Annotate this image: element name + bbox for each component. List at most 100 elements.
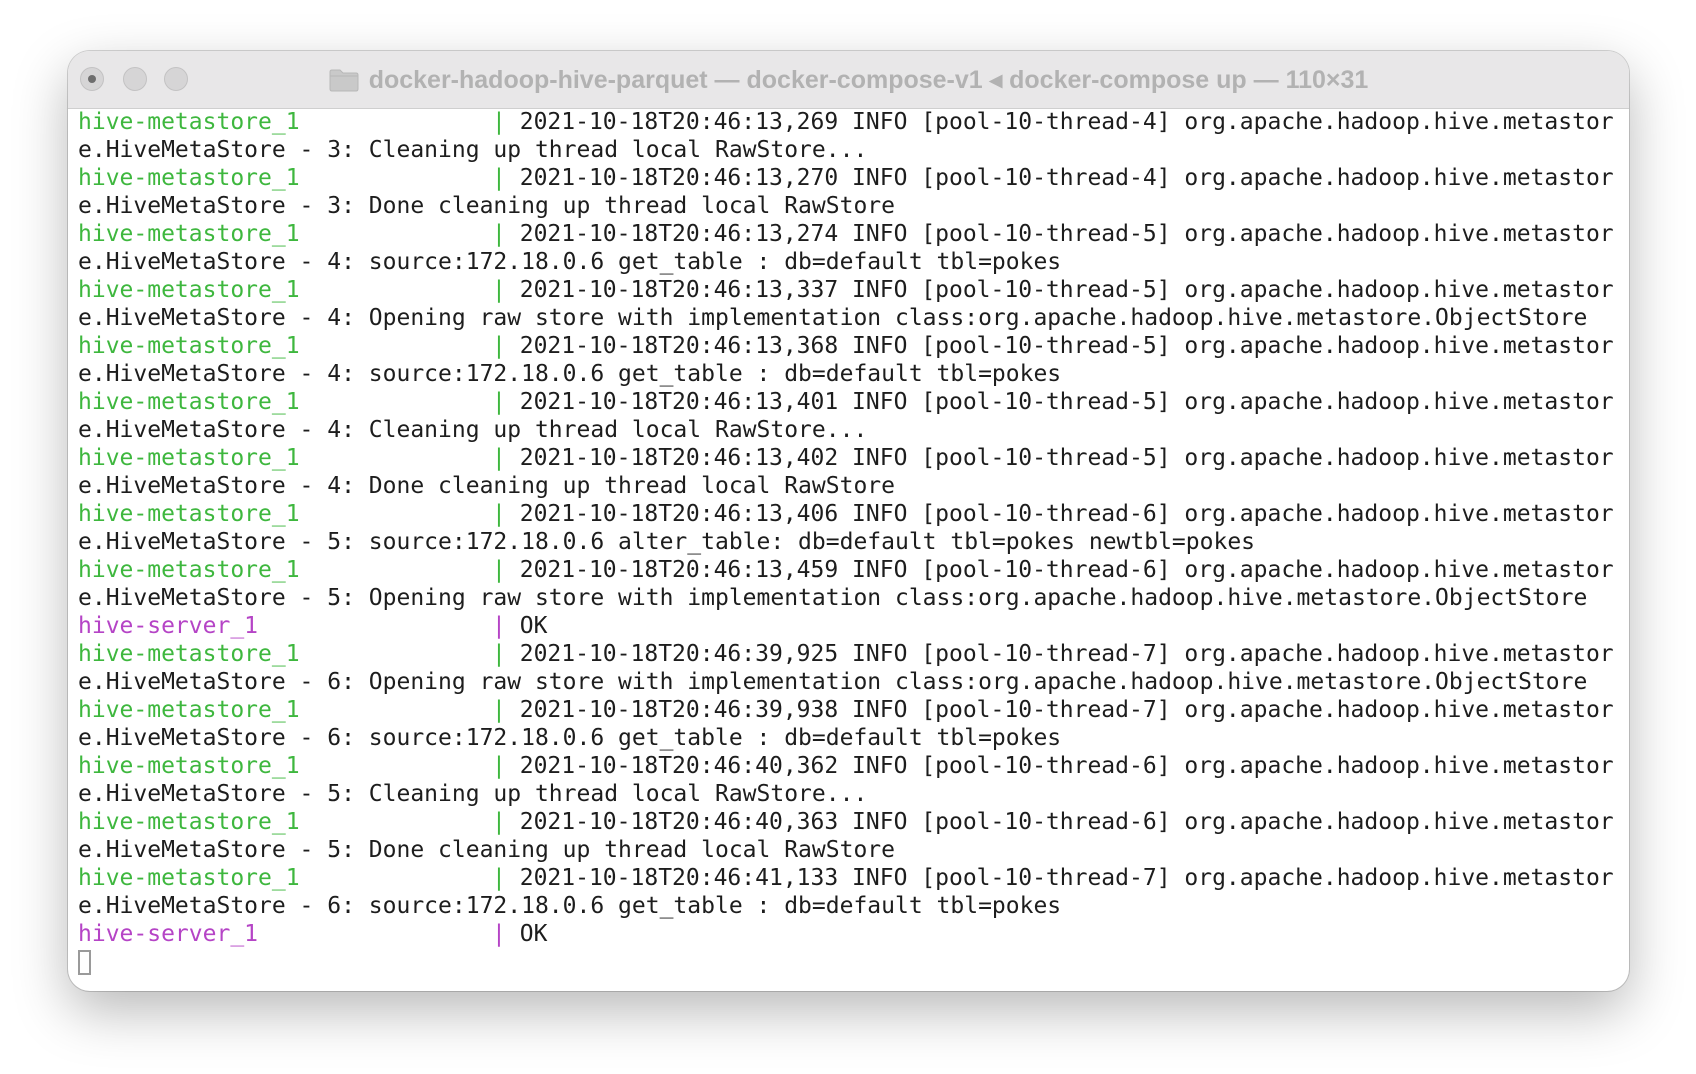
log-continuation: e.HiveMetaStore - 4: Opening raw store w… [78,305,1588,331]
folder-icon [329,69,359,91]
log-message: 2021-10-18T20:46:39,938 INFO [pool-10-th… [519,697,1614,723]
service-name: hive-metastore_1 [78,221,300,247]
separator-pipe: | [492,221,506,247]
log-message: 2021-10-18T20:46:13,269 INFO [pool-10-th… [519,109,1614,135]
log-continuation: e.HiveMetaStore - 5: Cleaning up thread … [78,781,868,807]
log-message: 2021-10-18T20:46:13,337 INFO [pool-10-th… [519,277,1614,303]
separator-pipe: | [492,753,506,779]
service-name: hive-metastore_1 [78,557,300,583]
terminal-line: hive-metastore_1 | 2021-10-18T20:46:40,36… [78,752,1621,780]
separator-pipe: | [492,277,506,303]
terminal-line: hive-metastore_1 | 2021-10-18T20:46:13,40… [78,444,1621,472]
log-continuation: e.HiveMetaStore - 4: source:172.18.0.6 g… [78,249,1062,275]
service-name: hive-metastore_1 [78,697,300,723]
terminal-line: e.HiveMetaStore - 4: Opening raw store w… [78,304,1621,332]
service-name: hive-metastore_1 [78,809,300,835]
terminal-line: hive-metastore_1 | 2021-10-18T20:46:13,26… [78,108,1621,136]
separator-pipe: | [492,697,506,723]
cursor-icon [78,950,91,975]
terminal-line: e.HiveMetaStore - 3: Cleaning up thread … [78,136,1621,164]
service-name: hive-metastore_1 [78,389,300,415]
separator-pipe: | [492,641,506,667]
log-message: 2021-10-18T20:46:13,270 INFO [pool-10-th… [519,165,1614,191]
service-name: hive-metastore_1 [78,641,300,667]
terminal-line: e.HiveMetaStore - 3: Done cleaning up th… [78,192,1621,220]
terminal-line: hive-metastore_1 | 2021-10-18T20:46:13,27… [78,220,1621,248]
log-message: 2021-10-18T20:46:13,368 INFO [pool-10-th… [519,333,1614,359]
log-continuation: e.HiveMetaStore - 3: Done cleaning up th… [78,193,895,219]
service-name: hive-metastore_1 [78,165,300,191]
log-continuation: e.HiveMetaStore - 4: Done cleaning up th… [78,473,895,499]
log-continuation: e.HiveMetaStore - 5: source:172.18.0.6 a… [78,529,1256,555]
log-message: OK [519,921,548,947]
service-name: hive-server_1 [78,613,259,639]
terminal-line: e.HiveMetaStore - 5: Cleaning up thread … [78,780,1621,808]
log-continuation: e.HiveMetaStore - 6: source:172.18.0.6 g… [78,725,1062,751]
separator-pipe: | [492,921,506,947]
terminal-window: docker-hadoop-hive-parquet — docker-comp… [68,51,1629,991]
separator-pipe: | [492,865,506,891]
log-continuation: e.HiveMetaStore - 6: source:172.18.0.6 g… [78,893,1062,919]
separator-pipe: | [492,557,506,583]
terminal-line: e.HiveMetaStore - 4: Done cleaning up th… [78,472,1621,500]
separator-pipe: | [492,809,506,835]
terminal-line: e.HiveMetaStore - 4: source:172.18.0.6 g… [78,360,1621,388]
log-continuation: e.HiveMetaStore - 5: Opening raw store w… [78,585,1588,611]
terminal-line: e.HiveMetaStore - 5: source:172.18.0.6 a… [78,528,1621,556]
terminal-line: hive-metastore_1 | 2021-10-18T20:46:13,45… [78,556,1621,584]
separator-pipe: | [492,165,506,191]
service-name: hive-metastore_1 [78,753,300,779]
service-name: hive-metastore_1 [78,445,300,471]
terminal-line: e.HiveMetaStore - 6: source:172.18.0.6 g… [78,724,1621,752]
title-bar[interactable]: docker-hadoop-hive-parquet — docker-comp… [68,51,1629,109]
log-message: OK [519,613,548,639]
log-message: 2021-10-18T20:46:40,362 INFO [pool-10-th… [519,753,1614,779]
terminal-line: e.HiveMetaStore - 5: Done cleaning up th… [78,836,1621,864]
terminal-line: hive-metastore_1 | 2021-10-18T20:46:13,33… [78,276,1621,304]
log-continuation: e.HiveMetaStore - 5: Done cleaning up th… [78,837,895,863]
terminal-output[interactable]: hive-metastore_1 | 2021-10-18T20:46:13,26… [78,108,1621,991]
window-title-container: docker-hadoop-hive-parquet — docker-comp… [68,51,1629,108]
terminal-line: hive-metastore_1 | 2021-10-18T20:46:13,40… [78,500,1621,528]
terminal-line: hive-metastore_1 | 2021-10-18T20:46:13,40… [78,388,1621,416]
window-title: docker-hadoop-hive-parquet — docker-comp… [368,65,1369,94]
separator-pipe: | [492,613,506,639]
terminal-line: hive-server_1 | OK [78,612,1621,640]
log-continuation: e.HiveMetaStore - 6: Opening raw store w… [78,669,1588,695]
terminal-line: e.HiveMetaStore - 4: Cleaning up thread … [78,416,1621,444]
terminal-line: hive-metastore_1 | 2021-10-18T20:46:13,27… [78,164,1621,192]
separator-pipe: | [492,333,506,359]
terminal-line: hive-metastore_1 | 2021-10-18T20:46:39,92… [78,640,1621,668]
terminal-line: hive-metastore_1 | 2021-10-18T20:46:40,36… [78,808,1621,836]
log-message: 2021-10-18T20:46:13,459 INFO [pool-10-th… [519,557,1614,583]
log-continuation: e.HiveMetaStore - 3: Cleaning up thread … [78,137,868,163]
log-message: 2021-10-18T20:46:13,406 INFO [pool-10-th… [519,501,1614,527]
service-name: hive-metastore_1 [78,501,300,527]
terminal-line: e.HiveMetaStore - 5: Opening raw store w… [78,584,1621,612]
separator-pipe: | [492,501,506,527]
prompt-line [78,948,1621,976]
service-name: hive-metastore_1 [78,333,300,359]
service-name: hive-metastore_1 [78,865,300,891]
log-message: 2021-10-18T20:46:13,274 INFO [pool-10-th… [519,221,1614,247]
terminal-line: e.HiveMetaStore - 6: Opening raw store w… [78,668,1621,696]
service-name: hive-metastore_1 [78,109,300,135]
separator-pipe: | [492,389,506,415]
terminal-line: e.HiveMetaStore - 6: source:172.18.0.6 g… [78,892,1621,920]
log-message: 2021-10-18T20:46:13,402 INFO [pool-10-th… [519,445,1614,471]
terminal-line: e.HiveMetaStore - 4: source:172.18.0.6 g… [78,248,1621,276]
log-continuation: e.HiveMetaStore - 4: source:172.18.0.6 g… [78,361,1062,387]
terminal-line: hive-metastore_1 | 2021-10-18T20:46:39,93… [78,696,1621,724]
log-message: 2021-10-18T20:46:41,133 INFO [pool-10-th… [519,865,1614,891]
log-message: 2021-10-18T20:46:39,925 INFO [pool-10-th… [519,641,1614,667]
service-name: hive-metastore_1 [78,277,300,303]
service-name: hive-server_1 [78,921,259,947]
log-continuation: e.HiveMetaStore - 4: Cleaning up thread … [78,417,868,443]
log-message: 2021-10-18T20:46:40,363 INFO [pool-10-th… [519,809,1614,835]
separator-pipe: | [492,109,506,135]
terminal-line: hive-server_1 | OK [78,920,1621,948]
terminal-line: hive-metastore_1 | 2021-10-18T20:46:13,36… [78,332,1621,360]
terminal-line: hive-metastore_1 | 2021-10-18T20:46:41,13… [78,864,1621,892]
separator-pipe: | [492,445,506,471]
log-message: 2021-10-18T20:46:13,401 INFO [pool-10-th… [519,389,1614,415]
